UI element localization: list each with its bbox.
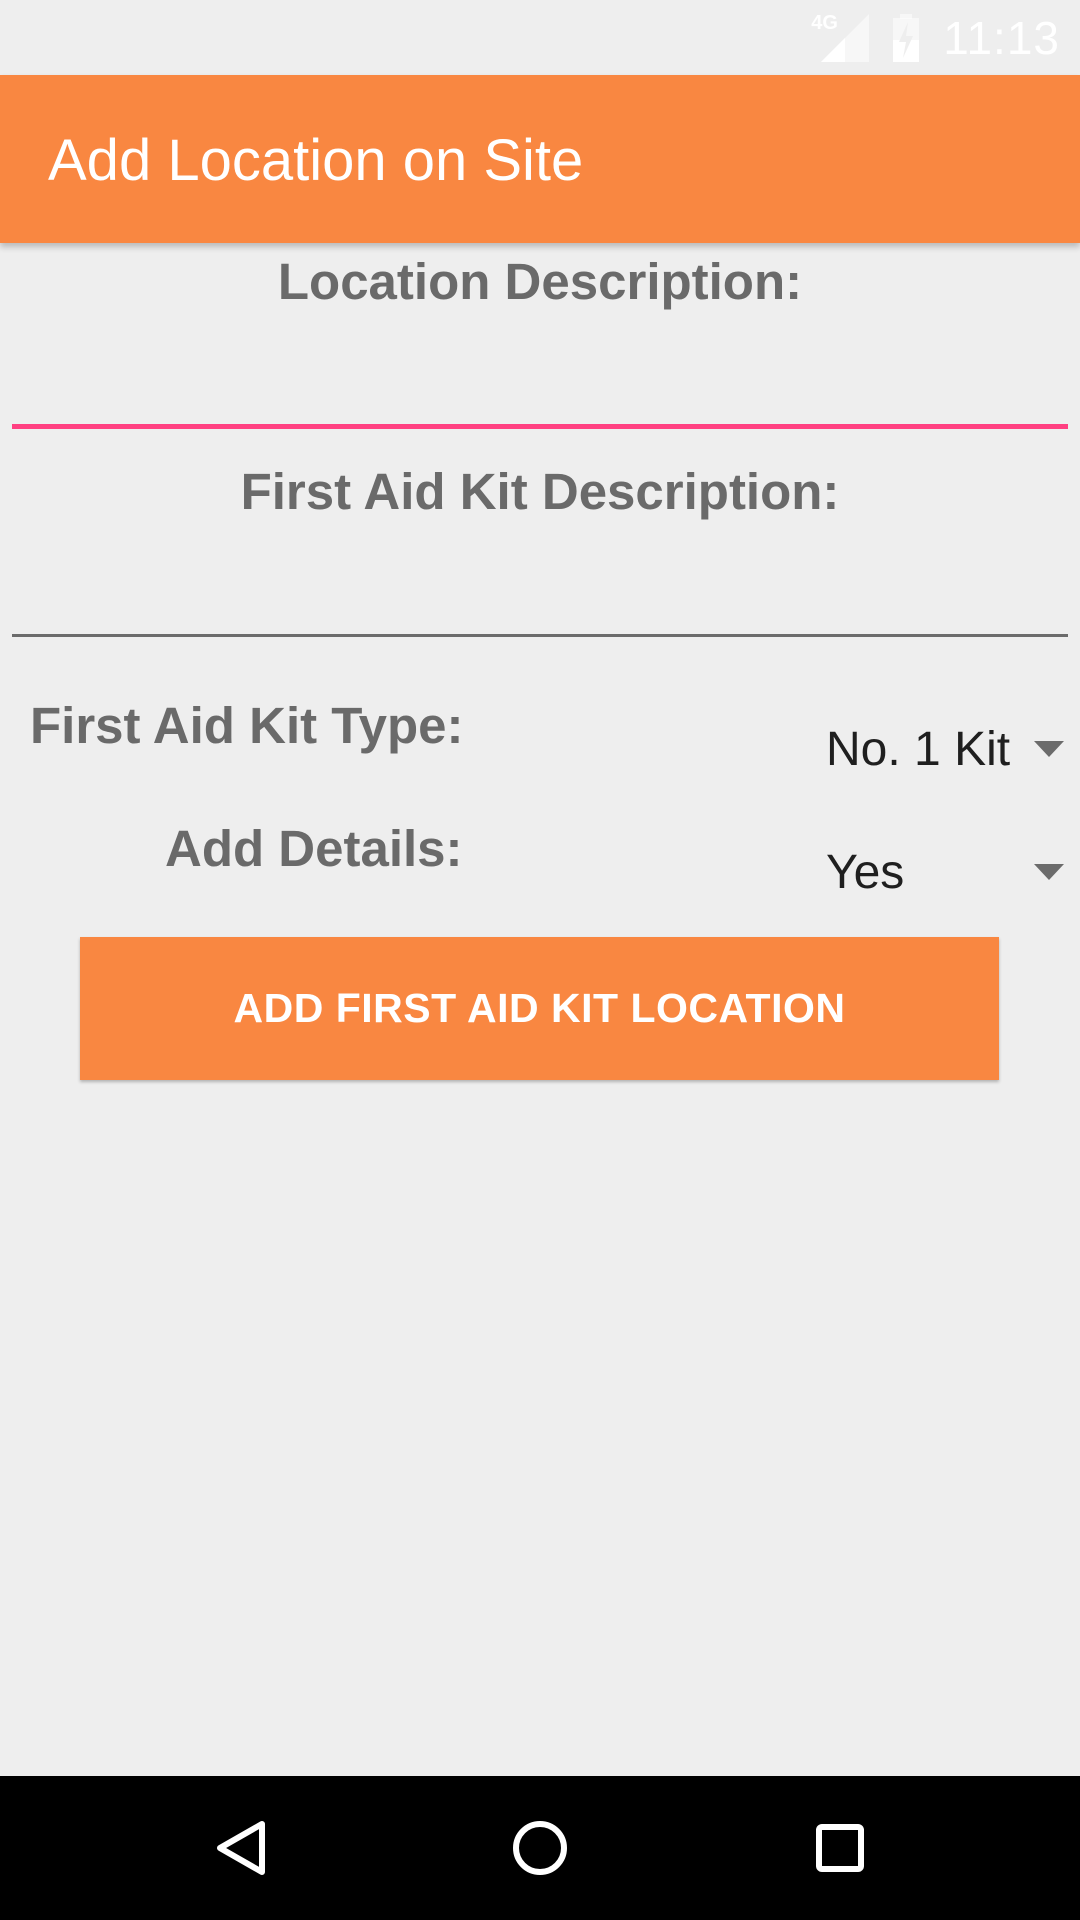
- add-details-spinner[interactable]: Yes: [810, 827, 1072, 917]
- add-details-label: Add Details:: [165, 820, 463, 877]
- kit-type-label: First Aid Kit Type:: [30, 697, 464, 754]
- navigation-bar: [0, 1776, 1080, 1920]
- location-description-underline: [12, 424, 1068, 429]
- kit-type-selected: No. 1 Kit: [826, 722, 1011, 776]
- add-first-aid-kit-location-button[interactable]: ADD FIRST AID KIT LOCATION: [80, 937, 999, 1080]
- kit-type-spinner[interactable]: No. 1 Kit: [810, 704, 1072, 794]
- recents-icon[interactable]: [798, 1806, 882, 1890]
- status-time: 11:13: [943, 12, 1060, 64]
- first-aid-kit-description-input[interactable]: [12, 545, 1068, 635]
- back-icon[interactable]: [198, 1806, 282, 1890]
- first-aid-kit-description-label: First Aid Kit Description:: [240, 463, 840, 520]
- location-description-label: Location Description:: [277, 253, 803, 310]
- dropdown-arrow-icon: [1034, 741, 1064, 757]
- app-bar: Add Location on Site: [0, 75, 1080, 243]
- first-aid-kit-description-underline: [12, 634, 1068, 637]
- status-icons: 4G 11:13: [811, 12, 1060, 64]
- battery-icon: [891, 12, 921, 64]
- page-title: Add Location on Site: [48, 128, 584, 193]
- dropdown-arrow-icon: [1034, 864, 1064, 880]
- signal-icon: 4G: [811, 12, 870, 64]
- add-button-label: ADD FIRST AID KIT LOCATION: [233, 985, 846, 1031]
- network-type: 4G: [811, 12, 838, 34]
- location-description-input[interactable]: [12, 335, 1068, 425]
- home-icon[interactable]: [498, 1806, 582, 1890]
- status-bar: 4G 11:13: [0, 0, 1080, 75]
- add-details-selected: Yes: [826, 845, 905, 899]
